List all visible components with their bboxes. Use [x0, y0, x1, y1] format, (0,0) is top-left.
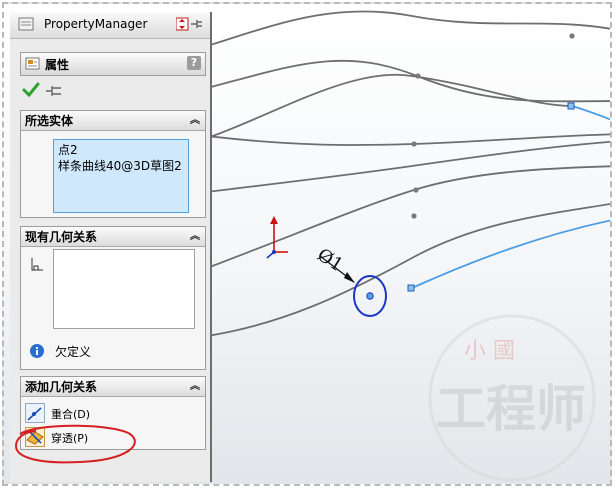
selected-spline-curve [411, 219, 610, 289]
spline-curve [212, 141, 610, 193]
collapse-chevron-icon[interactable]: ︽ [189, 115, 201, 127]
selected-entities-header[interactable]: 所选实体 ︽ [21, 111, 205, 131]
control-point [569, 33, 575, 39]
selected-entities-list[interactable]: 点2 样条曲线40@3D草图2 [53, 139, 189, 213]
control-point [411, 213, 417, 219]
collapse-chevron-icon[interactable]: ︽ [189, 231, 201, 243]
panel-title: PropertyManager [44, 17, 148, 31]
watermark-top-text: 小 國 [464, 339, 515, 364]
existing-relations-header[interactable]: 现有几何关系 ︽ [21, 227, 205, 247]
control-point [411, 141, 417, 147]
control-point [415, 73, 421, 79]
add-relations-header[interactable]: 添加几何关系 ︽ [21, 377, 205, 397]
add-relations-title: 添加几何关系 [25, 380, 98, 394]
spline-curve [212, 10, 610, 46]
sketch-point [366, 292, 374, 300]
spline-curve [212, 59, 610, 103]
dimension-annotation[interactable]: Ø1 [313, 244, 387, 317]
graphics-area[interactable]: 小 國 工程师 Ø1 [212, 6, 612, 486]
properties-label: 属性 [45, 58, 70, 72]
existing-relations-title: 现有几何关系 [25, 230, 98, 244]
spline-curve [212, 73, 573, 138]
ok-checkmark-icon[interactable] [22, 82, 40, 98]
selected-entities-title: 所选实体 [25, 114, 74, 128]
collapse-chevron-icon[interactable]: ︽ [189, 381, 201, 393]
watermark-logo: 小 國 工程师 [428, 314, 596, 482]
panel-title-bar: PropertyManager [10, 12, 210, 39]
control-point [413, 187, 419, 193]
watermark-main-text: 工程师 [436, 379, 586, 438]
property-manager-panel: PropertyManager 属性 ? 所选实体 ︽ 点2 样条曲线40@3D… [10, 12, 212, 482]
panel-options-icon[interactable] [175, 17, 204, 31]
help-button[interactable]: ? [187, 56, 201, 70]
status-text: 欠定义 [55, 345, 92, 359]
keep-visible-pin-icon[interactable] [44, 84, 64, 98]
selected-spline-curve [571, 105, 610, 121]
existing-relations-list[interactable] [53, 249, 195, 329]
info-icon [29, 343, 45, 359]
dimension-label: Ø1 [313, 244, 346, 276]
spline-endpoint[interactable] [407, 284, 415, 292]
red-annotation-circle [14, 424, 136, 464]
properties-header: 属性 ? [20, 52, 206, 76]
property-manager-icon [18, 17, 34, 31]
relations-type-icon [29, 257, 45, 273]
selected-entities-section: 所选实体 ︽ 点2 样条曲线40@3D草图2 [20, 110, 206, 218]
list-item[interactable]: 样条曲线40@3D草图2 [58, 158, 184, 174]
list-item[interactable]: 点2 [58, 142, 184, 158]
properties-icon [25, 57, 41, 71]
existing-relations-section: 现有几何关系 ︽ 欠定义 [20, 226, 206, 370]
screenshot-frame: PropertyManager 属性 ? 所选实体 ︽ 点2 样条曲线40@3D… [2, 2, 612, 486]
selected-spline[interactable] [411, 105, 612, 289]
spline-endpoint[interactable] [567, 102, 575, 110]
control-points [411, 33, 575, 219]
